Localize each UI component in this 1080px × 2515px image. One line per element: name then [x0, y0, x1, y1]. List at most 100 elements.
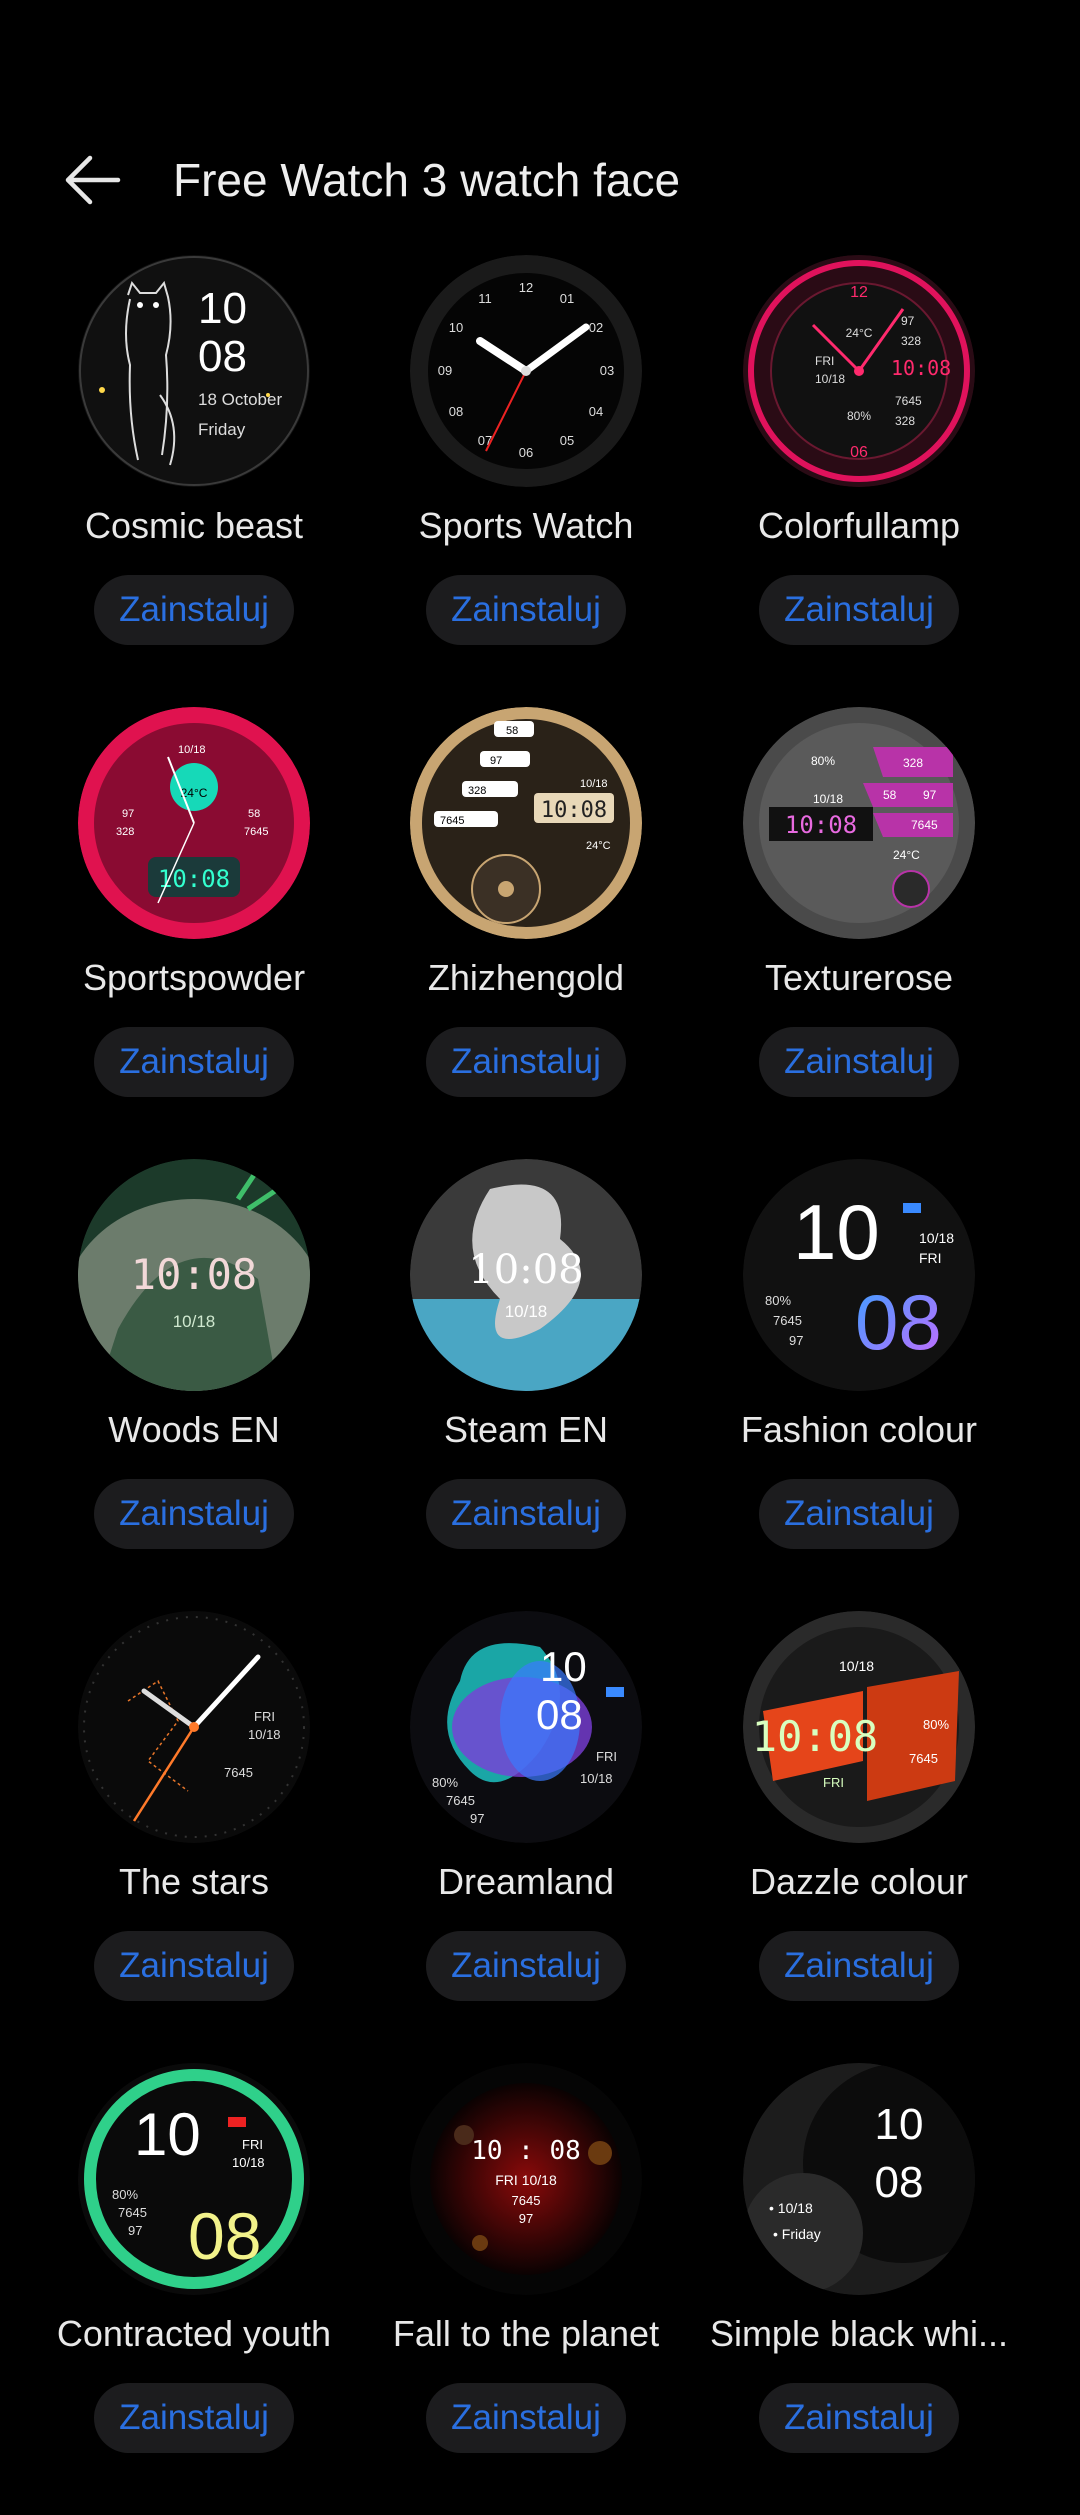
- numeral-06: 06: [519, 445, 533, 460]
- watch-face-name: Contracted youth: [56, 2313, 332, 2354]
- time-text: 10:08: [131, 1250, 257, 1299]
- watch-face-preview-dreamland[interactable]: 10 08 FRI 10/18 80% 7645 97: [410, 1611, 642, 1843]
- watch-face-card: 10 08 10/18 FRI 80% 7645 97 Fashion colo…: [665, 1159, 1025, 1611]
- watch-face-card: 10:08 10/18 Steam EN Zainstaluj: [332, 1159, 692, 1611]
- install-button[interactable]: Zainstaluj: [759, 1027, 959, 1097]
- hour-text: 10: [134, 2101, 201, 2168]
- watch-face-name: Woods EN: [108, 1409, 280, 1450]
- watch-face-name: Colorfullamp: [757, 505, 961, 546]
- watch-face-preview-colorfullamp[interactable]: 12 06 24°C FRI 10/18 97 328 10:08 7645 8…: [743, 255, 975, 487]
- install-button[interactable]: Zainstaluj: [759, 1931, 959, 2001]
- watch-face-name: Dreamland: [437, 1861, 615, 1902]
- time-text: 10:08: [785, 811, 857, 839]
- watch-face-card: 58 97 328 7645 10/18 10:08 24°C Zhizheng…: [332, 707, 692, 1159]
- install-button[interactable]: Zainstaluj: [94, 1479, 294, 1549]
- hour-text: 10: [875, 2100, 924, 2149]
- watch-face-preview-sportspowder[interactable]: 24°C 10/18 97 328 58 7645 10:08: [78, 707, 310, 939]
- watch-face-preview-contracted-youth[interactable]: 10 08 FRI 10/18 80% 7645 97: [78, 2063, 310, 2295]
- battery-text: 80%: [923, 1717, 949, 1732]
- numeral-09: 09: [438, 363, 452, 378]
- install-button[interactable]: Zainstaluj: [759, 1479, 959, 1549]
- day-text: FRI: [254, 1709, 275, 1724]
- install-button[interactable]: Zainstaluj: [426, 575, 626, 645]
- date-text: 10/18: [248, 1727, 281, 1742]
- watch-face-preview-woods-en[interactable]: 10:08 10/18: [78, 1159, 310, 1391]
- install-button[interactable]: Zainstaluj: [94, 2383, 294, 2453]
- date-text: 10/18: [178, 744, 206, 756]
- steps-text: 7645: [895, 394, 922, 408]
- watch-face-preview-simple-black-white[interactable]: 10 08 • 10/18 • Friday: [743, 2063, 975, 2295]
- watch-face-preview-sports-watch[interactable]: 12 01 02 03 04 05 06 07 08 09 10 11: [410, 255, 642, 487]
- heart-text: 97: [490, 755, 502, 767]
- watch-face-preview-texturerose[interactable]: 80% 328 58 97 10/18 10:08 7645 24°C: [743, 707, 975, 939]
- watch-face-preview-steam-en[interactable]: 10:08 10/18: [410, 1159, 642, 1391]
- steps-text: 7645: [773, 1313, 802, 1328]
- install-button[interactable]: Zainstaluj: [94, 1027, 294, 1097]
- watch-face-card: FRI 10/18 7645 The stars Zainstaluj: [0, 1611, 360, 2063]
- numeral-12: 12: [519, 280, 533, 295]
- date-text: 10/18: [919, 1230, 954, 1246]
- page-title: Free Watch 3 watch face: [173, 154, 681, 206]
- time-text: 10:08: [752, 1712, 878, 1761]
- hour-text: 10: [540, 1643, 587, 1690]
- watch-face-preview-fashion-colour[interactable]: 10 08 10/18 FRI 80% 7645 97: [743, 1159, 975, 1391]
- day-text: FRI: [815, 354, 834, 368]
- back-button[interactable]: [60, 150, 130, 210]
- date-text: 10/18: [580, 1771, 613, 1786]
- watch-face-preview-dazzle-colour[interactable]: 10/18 10:08 FRI 80% 7645: [743, 1611, 975, 1843]
- watch-face-preview-fall-to-the-planet[interactable]: 10 : 08 FRI 10/18 7645 97: [410, 2063, 642, 2295]
- watch-face-card: 80% 328 58 97 10/18 10:08 7645 24°C Text…: [665, 707, 1025, 1159]
- minute-text: 08: [855, 1278, 942, 1366]
- battery-num-text: 58: [248, 808, 260, 820]
- day-text: Friday: [198, 420, 246, 439]
- numeral-11: 11: [478, 291, 492, 306]
- watch-face-name: Steam EN: [443, 1409, 609, 1450]
- steps-text: 7645: [118, 2205, 147, 2220]
- numeral-05: 05: [560, 433, 574, 448]
- time-text: 10 : 08: [471, 2136, 581, 2166]
- battery-text: 80%: [811, 754, 835, 768]
- steps-text: 7645: [512, 2193, 541, 2208]
- watch-face-name: Texturerose: [764, 957, 954, 998]
- install-button[interactable]: Zainstaluj: [759, 2383, 959, 2453]
- numeral-04: 04: [589, 404, 603, 419]
- numeral-10: 10: [449, 320, 463, 335]
- day-date-text: FRI 10/18: [495, 2172, 557, 2188]
- watch-face-name: Zhizhengold: [427, 957, 625, 998]
- temp-text: 24°C: [893, 848, 920, 862]
- date-text: 18 October: [198, 390, 282, 409]
- battery-text: 80%: [112, 2187, 138, 2202]
- numeral-01: 01: [560, 291, 574, 306]
- install-button[interactable]: Zainstaluj: [426, 1027, 626, 1097]
- steps-text: 7645: [909, 1751, 938, 1766]
- hour-text: 10: [793, 1188, 880, 1276]
- watch-face-card: 10 08 • 10/18 • Friday Simple black whi.…: [665, 2063, 1025, 2515]
- battery-text: 80%: [765, 1293, 791, 1308]
- numeral-07: 07: [478, 433, 492, 448]
- arrow-left-icon: [65, 155, 121, 205]
- day-text: FRI: [596, 1749, 617, 1764]
- steps-text: 7645: [224, 1765, 253, 1780]
- date-text: • 10/18: [769, 2200, 813, 2216]
- date-text: 10/18: [813, 792, 843, 806]
- numeral-02: 02: [589, 320, 603, 335]
- install-button[interactable]: Zainstaluj: [426, 1479, 626, 1549]
- install-button[interactable]: Zainstaluj: [426, 1931, 626, 2001]
- install-button[interactable]: Zainstaluj: [94, 1931, 294, 2001]
- install-button[interactable]: Zainstaluj: [759, 575, 959, 645]
- battery-text: 80%: [847, 409, 871, 423]
- watch-face-card: 24°C 10/18 97 328 58 7645 10:08 Sportspo…: [0, 707, 360, 1159]
- date-text: 10/18: [839, 1658, 874, 1674]
- minute-text: 08: [198, 332, 247, 381]
- install-button[interactable]: Zainstaluj: [94, 575, 294, 645]
- watch-face-name: The stars: [118, 1861, 270, 1902]
- watch-face-preview-the-stars[interactable]: FRI 10/18 7645: [78, 1611, 310, 1843]
- numeral-03: 03: [600, 363, 614, 378]
- temp-text: 24°C: [586, 840, 611, 852]
- calorie-small-text: 328: [895, 414, 915, 428]
- watch-face-preview-zhizhengold[interactable]: 58 97 328 7645 10/18 10:08 24°C: [410, 707, 642, 939]
- heart-text: 97: [470, 1811, 484, 1826]
- install-button[interactable]: Zainstaluj: [426, 2383, 626, 2453]
- heart-text: 97: [789, 1333, 803, 1348]
- watch-face-preview-cosmic-beast[interactable]: 10 08 18 October Friday: [78, 255, 310, 487]
